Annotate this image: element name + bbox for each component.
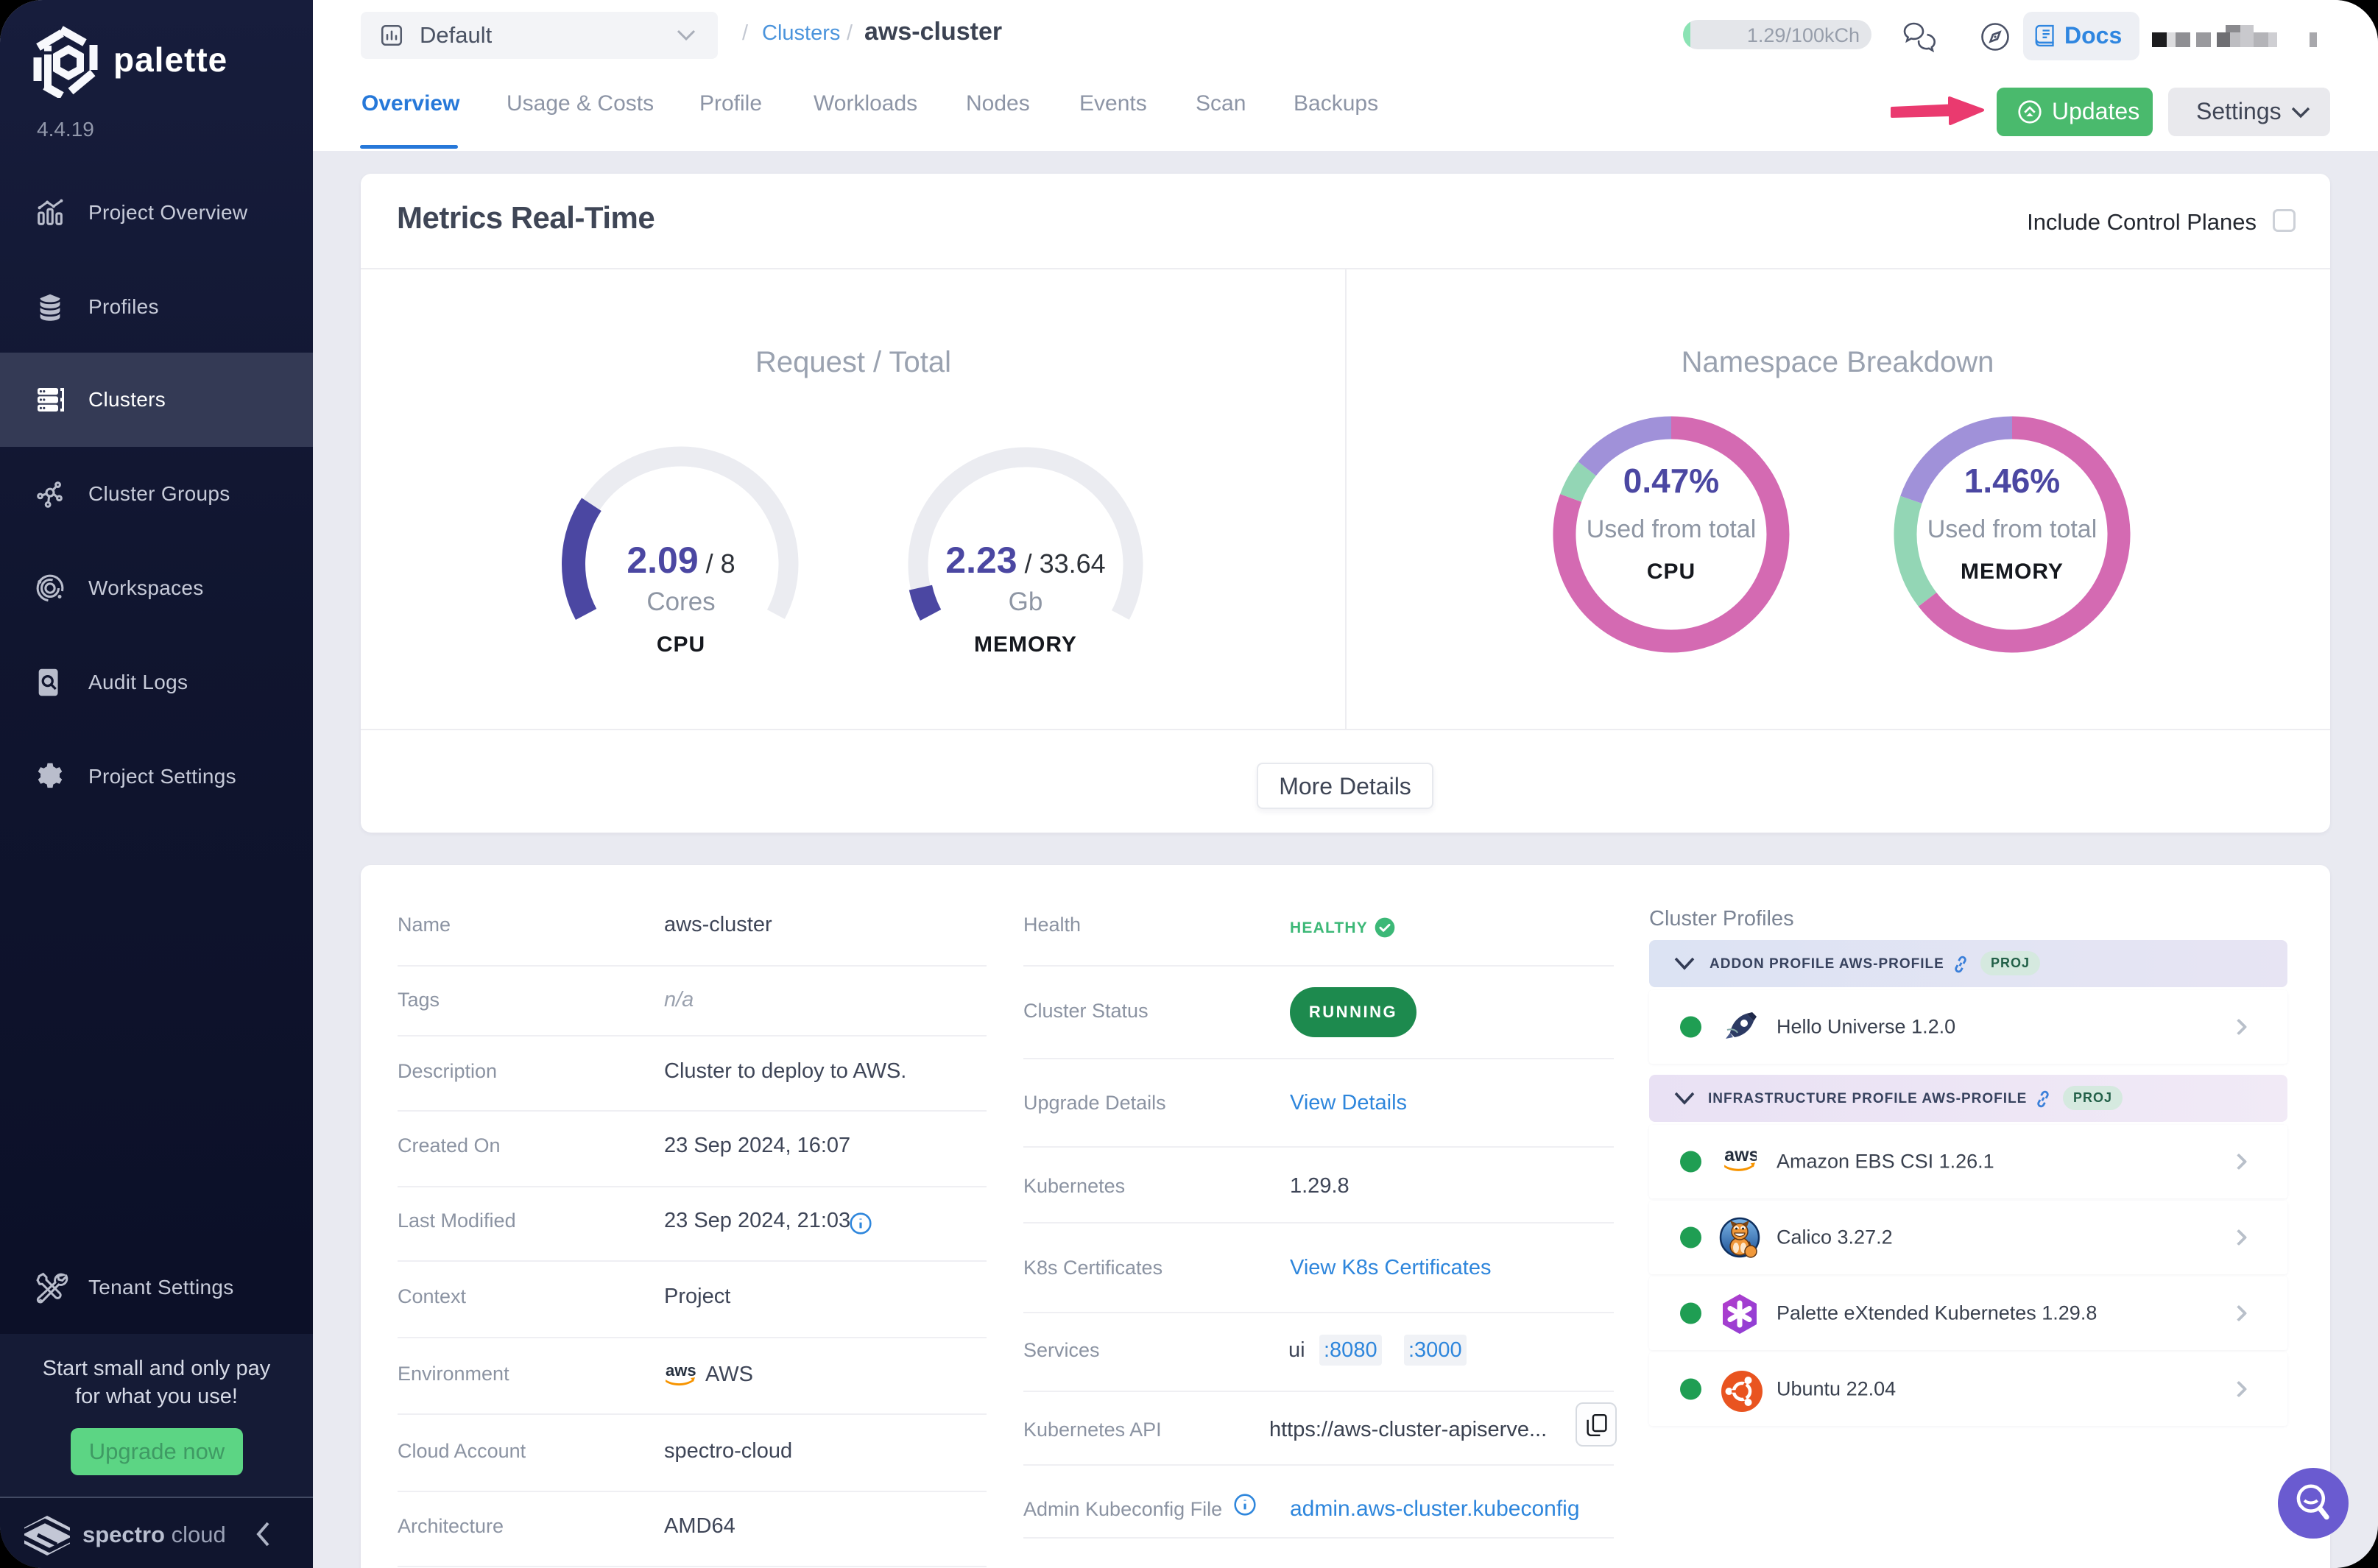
svg-text:aws: aws [1724, 1145, 1757, 1165]
svg-text:aws: aws [666, 1361, 696, 1380]
